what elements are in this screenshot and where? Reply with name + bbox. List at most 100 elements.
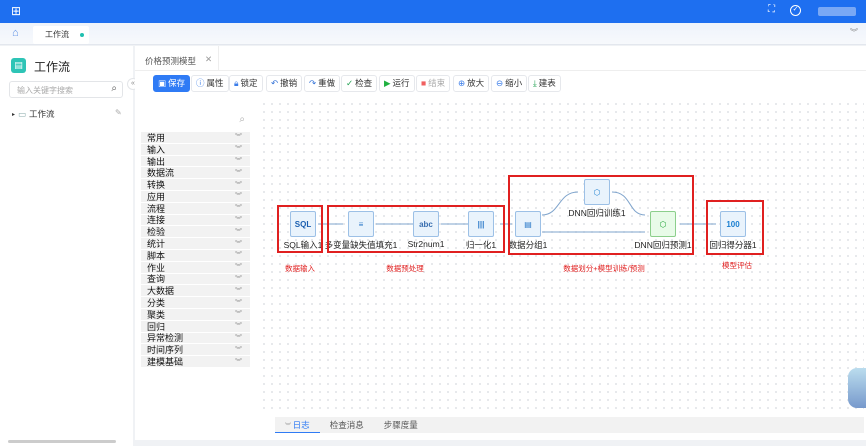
chevron-down-icon: ︾: [235, 275, 242, 283]
chevron-down-icon: ︾: [235, 181, 242, 189]
close-icon[interactable]: ✕: [205, 54, 212, 65]
chevron-down-icon[interactable]: ︾: [285, 424, 293, 430]
save-button[interactable]: ▣ 保存: [153, 75, 191, 92]
group-box: [327, 205, 505, 253]
toolbar-label: 属性: [206, 78, 224, 88]
toolbar-label: 运行: [392, 78, 410, 88]
zoom-out-button[interactable]: ⊖ 缩小: [491, 75, 528, 92]
tab-step-metrics[interactable]: 步骤度量: [374, 417, 428, 433]
toolbar-label: 建表: [538, 78, 556, 88]
edit-icon[interactable]: ✎: [115, 108, 122, 117]
chevron-down-icon: ︾: [235, 205, 242, 213]
group-label: 数据预处理: [386, 264, 424, 273]
save-icon: ▣: [158, 78, 167, 88]
active-dot: [80, 33, 84, 37]
info-button[interactable]: ⓘ 属性: [191, 75, 229, 92]
tab-log[interactable]: ︾ 日志: [275, 417, 320, 433]
tab-label: 日志: [292, 420, 310, 430]
zoom-in-icon: ⊕: [458, 78, 466, 88]
redo-button[interactable]: ↷ 重做: [304, 75, 341, 92]
toolbar-label: 缩小: [505, 78, 523, 88]
play-button[interactable]: ▶ 运行: [379, 75, 415, 92]
check-button[interactable]: ✓ 检查: [341, 75, 378, 92]
toolbar-label: 重做: [318, 78, 336, 88]
search-input[interactable]: 输入关键字搜索 ⌕: [9, 81, 123, 98]
assistant-float-icon[interactable]: [848, 368, 866, 408]
group-box: [277, 205, 323, 253]
download-button[interactable]: ⤓ 建表: [528, 75, 561, 92]
chevron-down-icon: ︾: [235, 287, 242, 295]
search-icon[interactable]: ⌕: [111, 83, 117, 94]
connections: [318, 191, 716, 233]
chevron-down-icon: ︾: [235, 240, 242, 248]
apps-grid-icon[interactable]: ⊞: [11, 4, 21, 18]
caret-right-icon[interactable]: ▸: [12, 111, 15, 118]
sidebar-title: 工作流: [34, 60, 71, 74]
chevron-down-icon: ︾: [235, 311, 242, 319]
tree-item-workflow[interactable]: ▸ ▭ 工作流: [12, 108, 55, 120]
divider: [135, 70, 866, 71]
tree-item-label: 工作流: [29, 109, 55, 119]
stop-button[interactable]: ■ 结束: [416, 75, 451, 92]
group-label: 模型评估: [722, 261, 752, 270]
search-placeholder: 输入关键字搜索: [17, 86, 73, 95]
group-label: 数据输入: [285, 264, 315, 273]
sidebar: ▤ 工作流 输入关键字搜索 ⌕ ▸ ▭ 工作流 ✎: [0, 46, 133, 446]
palette-search-input[interactable]: ⌕: [141, 111, 250, 131]
toolbar-label: 检查: [355, 78, 373, 88]
toolbar-label: 结束: [428, 78, 446, 88]
chevron-down-icon: ︾: [235, 346, 242, 354]
stop-icon: ■: [421, 78, 427, 88]
zoom-in-button[interactable]: ⊕ 放大: [453, 75, 490, 92]
zoom-out-icon: ⊖: [496, 78, 504, 88]
chevron-down-icon: ︾: [235, 169, 242, 177]
toolbar-label: 放大: [467, 78, 485, 88]
toolbar-label: 保存: [168, 78, 186, 88]
bottom-tabs: ︾ 日志 检查消息 步骤度量: [275, 417, 864, 433]
workflow-canvas[interactable]: SQL SQL输入1 ≡ 多变量缺失值填充1 abc Str2num1 ||| 归一化1 ▤ 数据…: [260, 100, 864, 414]
undo-icon: ↶: [271, 78, 279, 88]
user-avatar[interactable]: [818, 7, 856, 16]
chevron-down-icon: ︾: [235, 323, 242, 331]
play-icon: ▶: [384, 78, 391, 88]
group-box: [706, 200, 764, 255]
chevron-down-icon: ︾: [235, 146, 242, 154]
group-box: [508, 175, 694, 255]
check-icon: ✓: [346, 78, 354, 88]
chevron-down-icon: ︾: [235, 252, 242, 260]
undo-button[interactable]: ↶ 撤销: [266, 75, 303, 92]
workflow-logo-icon: ▤: [11, 58, 26, 73]
chevron-down-icon: ︾: [235, 228, 242, 236]
search-icon[interactable]: ⌕: [239, 114, 245, 125]
tab-bar: ⌂ ︾: [0, 23, 866, 45]
editor-tab[interactable]: 价格预测模型 ✕: [135, 46, 219, 70]
editor-tab-label: 价格预测模型: [145, 56, 197, 66]
toolbar-label: 锁定: [240, 78, 258, 88]
palette-category[interactable]: 建模基础 ︾: [141, 356, 250, 368]
toolbar-label: 撤销: [280, 78, 298, 88]
tab-workflow[interactable]: 工作流: [33, 26, 89, 44]
chevron-down-icon[interactable]: ︾: [850, 27, 858, 38]
chevron-down-icon: ︾: [235, 299, 242, 307]
download-icon: ⤓: [533, 78, 537, 88]
info-icon: ⓘ: [196, 78, 205, 88]
top-bar: ⊞ ⛶ ✓: [0, 0, 866, 23]
home-icon[interactable]: ⌂: [12, 27, 19, 39]
tab-check-messages[interactable]: 检查消息: [320, 417, 374, 433]
group-label: 数据划分+模型训练/预测: [563, 264, 645, 273]
redo-icon: ↷: [309, 78, 317, 88]
chevron-down-icon: ︾: [235, 157, 242, 165]
chevron-down-icon: ︾: [235, 193, 242, 201]
chevron-down-icon: ︾: [235, 334, 242, 342]
horizontal-scrollbar[interactable]: [8, 440, 116, 443]
category-label: 建模基础: [147, 357, 184, 368]
chevron-down-icon: ︾: [235, 134, 242, 142]
component-palette: ⌕ 常用 ︾ 输入 ︾ 输出 ︾ 数据流 ︾ 转换 ︾ 应用 ︾ 流程 ︾ 连接 ︾ 检验 ︾ 统计 ︾ 脚本 ︾ 作业 ︾ 查…: [141, 111, 250, 368]
chevron-down-icon: ︾: [235, 358, 242, 366]
tab-label: 工作流: [45, 30, 69, 39]
lock-button[interactable]: 🔒︎ 锁定: [229, 75, 263, 92]
chevron-down-icon: ︾: [235, 216, 242, 224]
lock-icon: 🔒︎: [234, 78, 239, 88]
check-circle-icon[interactable]: ✓: [790, 5, 801, 16]
fullscreen-icon[interactable]: ⛶: [768, 4, 775, 15]
